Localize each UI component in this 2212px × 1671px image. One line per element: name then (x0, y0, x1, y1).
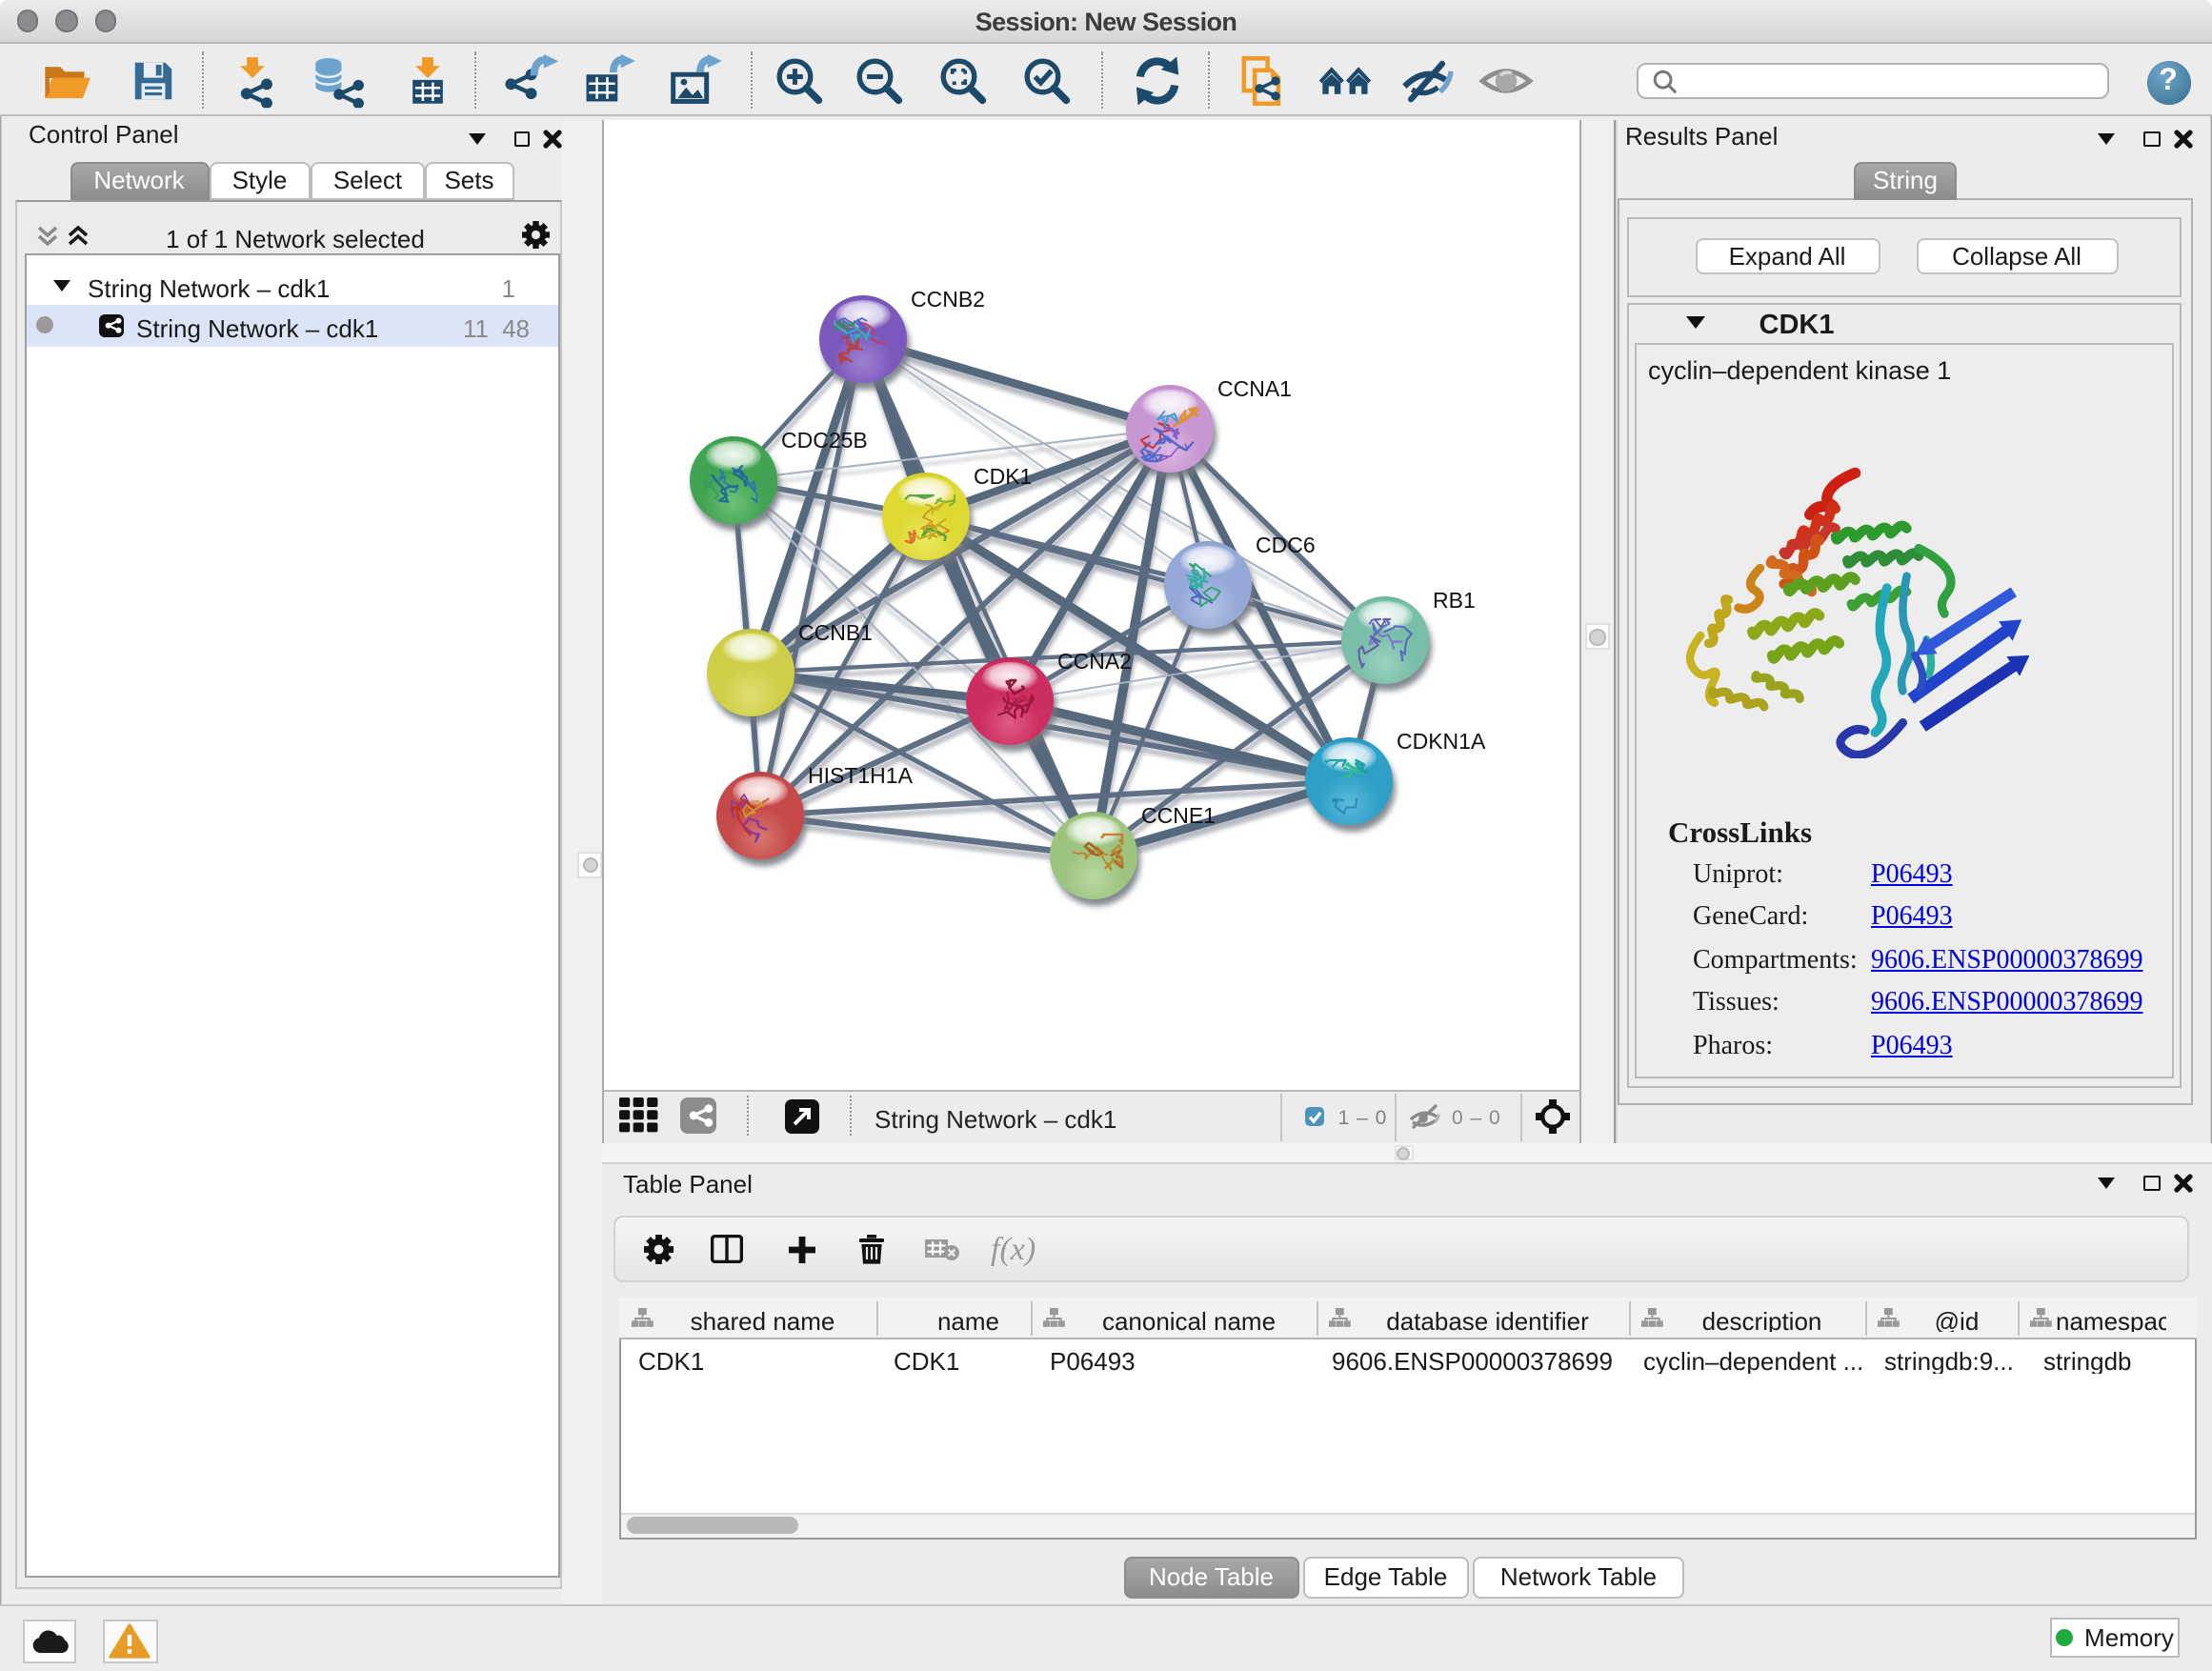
svg-text:CCNA2: CCNA2 (1057, 648, 1132, 673)
svg-text:CCNA1: CCNA1 (1217, 375, 1292, 400)
svg-text:CCNB1: CCNB1 (798, 619, 873, 644)
svg-text:CDK1: CDK1 (974, 463, 1032, 488)
svg-text:CCNB2: CCNB2 (911, 286, 985, 311)
svg-text:CCNE1: CCNE1 (1141, 802, 1216, 827)
svg-text:CDC25B: CDC25B (781, 427, 868, 452)
svg-text:CDC6: CDC6 (1256, 532, 1316, 556)
svg-text:HIST1H1A: HIST1H1A (808, 762, 914, 787)
svg-text:RB1: RB1 (1433, 587, 1476, 612)
svg-text:CDKN1A: CDKN1A (1397, 728, 1486, 753)
